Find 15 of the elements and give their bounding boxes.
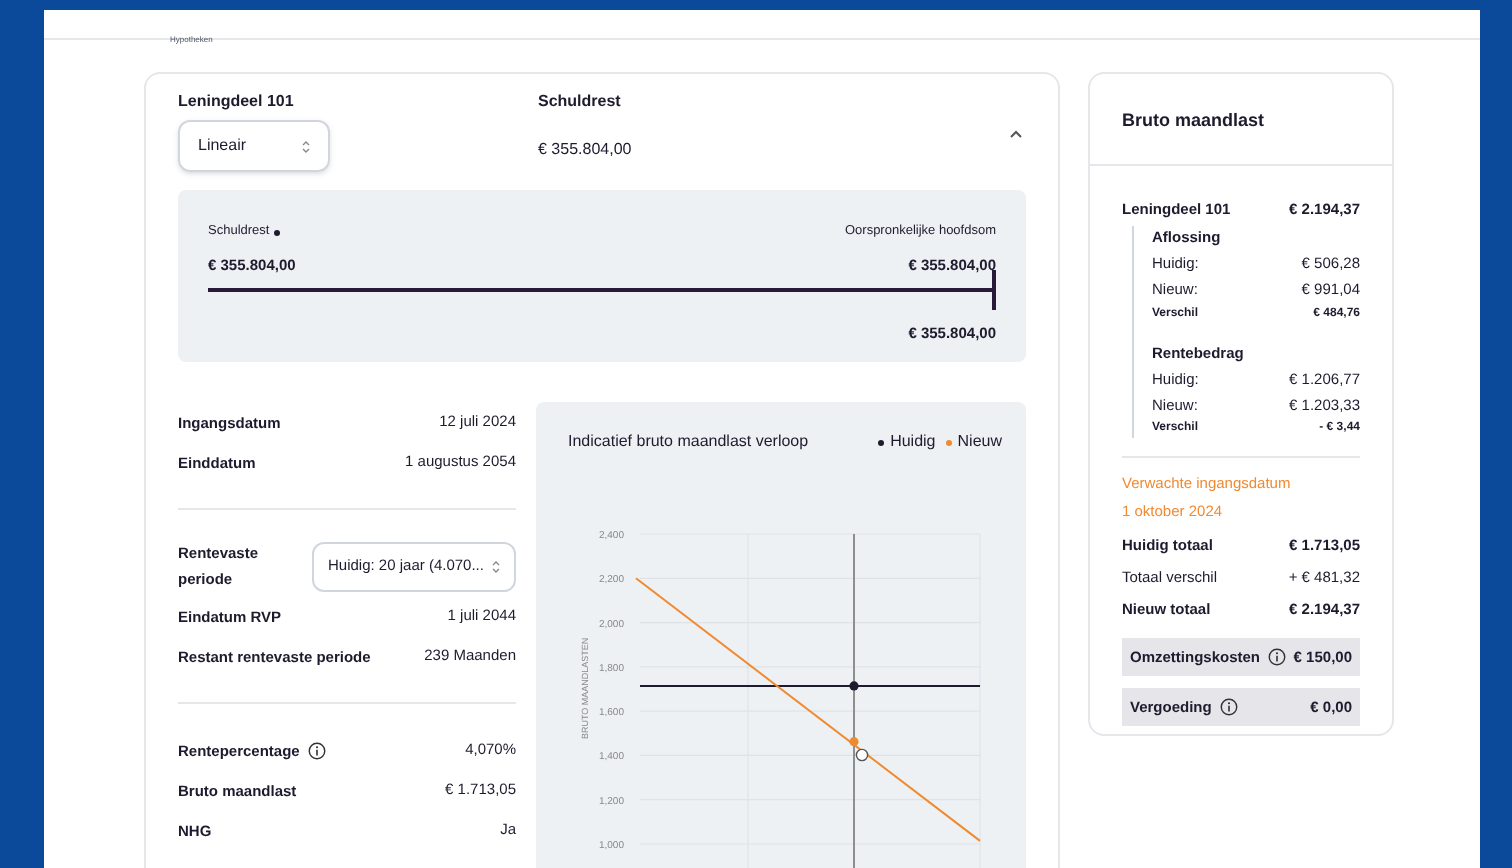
- legend-label: Huidig: [890, 430, 936, 454]
- select-arrows-icon: [302, 139, 310, 153]
- summary-title: Bruto maandlast: [1090, 74, 1392, 165]
- info-icon[interactable]: [1219, 697, 1238, 716]
- info-icon[interactable]: [307, 741, 326, 759]
- info-icon[interactable]: [1268, 647, 1287, 666]
- debt-value: € 355.804,00: [538, 138, 634, 162]
- chart-title: Indicatief bruto maandlast verloop: [568, 430, 809, 454]
- loan-part-title: Leningdeel 101: [178, 90, 296, 114]
- bar-end-tick: [992, 270, 996, 310]
- select-arrows-icon: [492, 559, 500, 573]
- legend-label: Nieuw: [957, 430, 1002, 454]
- debt-label: Schuldrest: [538, 90, 623, 114]
- chevron-icon[interactable]: [1010, 130, 1022, 138]
- type-select[interactable]: Lineair: [178, 120, 330, 172]
